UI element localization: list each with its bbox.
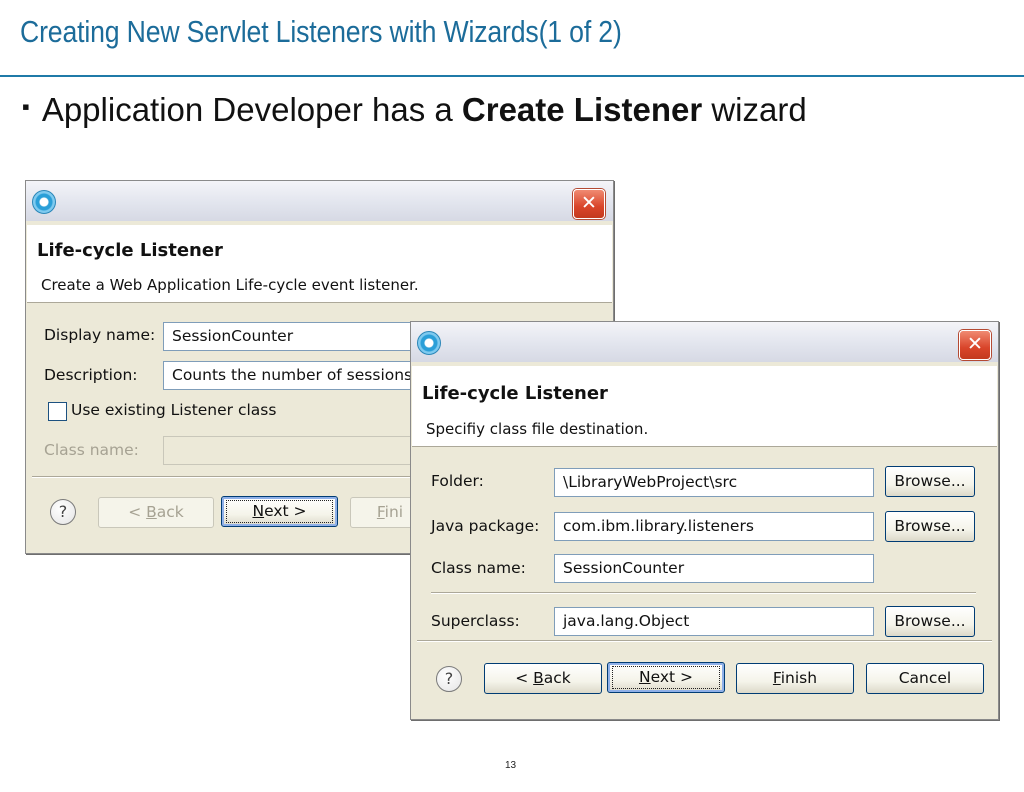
listener-wizard-dialog-page2: ✕ Life-cycle Listener Specifiy class fil… xyxy=(410,321,999,720)
class-name-label: Class name: xyxy=(431,559,526,577)
description-input[interactable]: Counts the number of sessions xyxy=(163,361,423,390)
slide-title: Creating New Servlet Listeners with Wiza… xyxy=(20,14,622,49)
display-name-label: Display name: xyxy=(44,326,156,344)
class-name-label: Class name: xyxy=(44,441,139,459)
help-icon[interactable]: ? xyxy=(50,499,76,525)
description-label: Description: xyxy=(44,366,138,384)
superclass-browse-button[interactable]: Browse... xyxy=(885,606,975,637)
back-button[interactable]: < Back xyxy=(484,663,602,694)
wizard-banner: Life-cycle Listener Specifiy class file … xyxy=(412,366,997,447)
bullet-text-bold: Create Listener xyxy=(461,91,703,128)
title-divider xyxy=(0,75,1024,77)
title-bar[interactable]: ✕ xyxy=(26,181,613,221)
back-button[interactable]: < Back xyxy=(98,497,214,528)
banner-title: Life-cycle Listener xyxy=(37,240,223,261)
use-existing-checkbox[interactable] xyxy=(48,402,67,421)
superclass-label: Superclass: xyxy=(431,612,520,630)
folder-input[interactable]: \LibraryWebProject\src xyxy=(554,468,874,497)
close-icon[interactable]: ✕ xyxy=(959,330,991,360)
bullet-marker: ▪ xyxy=(22,94,30,120)
superclass-separator xyxy=(431,592,976,594)
use-existing-label: Use existing Listener class xyxy=(71,401,277,419)
class-name-input[interactable] xyxy=(163,436,423,465)
eclipse-app-icon xyxy=(32,190,56,214)
java-package-input[interactable]: com.ibm.library.listeners xyxy=(554,512,874,541)
banner-subtitle: Create a Web Application Life-cycle even… xyxy=(41,276,419,294)
banner-subtitle: Specifiy class file destination. xyxy=(426,420,649,438)
help-icon[interactable]: ? xyxy=(436,666,462,692)
bullet-point: ▪ Application Developer has a Create List… xyxy=(22,91,807,129)
wizard-banner: Life-cycle Listener Create a Web Applica… xyxy=(27,225,612,303)
cancel-button[interactable]: Cancel xyxy=(866,663,984,694)
finish-button[interactable]: Finish xyxy=(736,663,854,694)
title-bar[interactable]: ✕ xyxy=(411,322,998,362)
folder-label: Folder: xyxy=(431,472,484,490)
bullet-text-post: wizard xyxy=(711,91,807,128)
banner-title: Life-cycle Listener xyxy=(422,383,608,404)
button-bar-separator xyxy=(417,640,992,642)
superclass-input[interactable]: java.lang.Object xyxy=(554,607,874,636)
package-browse-button[interactable]: Browse... xyxy=(885,511,975,542)
class-name-input[interactable]: SessionCounter xyxy=(554,554,874,583)
close-icon[interactable]: ✕ xyxy=(573,189,605,219)
folder-browse-button[interactable]: Browse... xyxy=(885,466,975,497)
bullet-text-pre: Application Developer has a xyxy=(41,91,453,128)
eclipse-app-icon xyxy=(417,331,441,355)
next-button[interactable]: Next > xyxy=(221,496,338,527)
display-name-input[interactable]: SessionCounter xyxy=(163,322,423,351)
page-number: 13 xyxy=(505,760,517,771)
java-package-label: Java package: xyxy=(431,517,540,535)
next-button[interactable]: Next > xyxy=(607,662,725,693)
